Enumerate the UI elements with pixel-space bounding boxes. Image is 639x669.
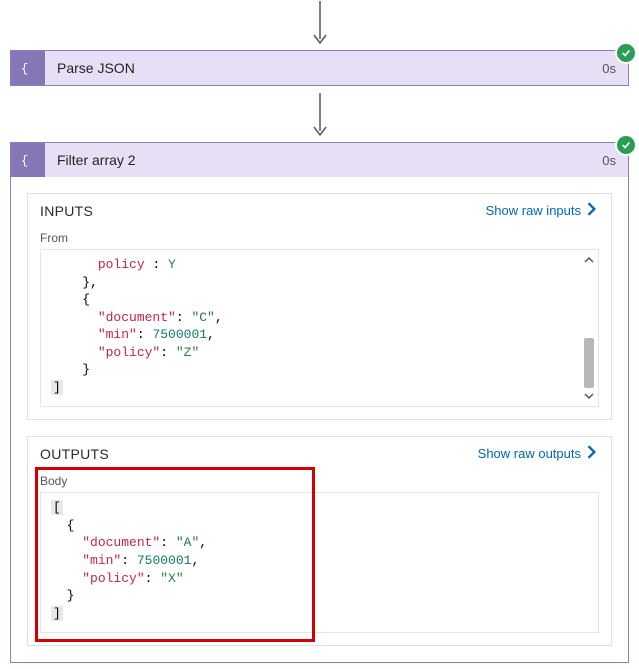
success-badge	[615, 134, 637, 156]
action-card-parse-json: { } Parse JSON 0s	[10, 50, 629, 86]
raw-link-label: Show raw inputs	[486, 203, 581, 218]
chevron-right-icon	[585, 202, 599, 219]
outputs-body-value[interactable]: [ { "document": "A", "min": 7500001, "po…	[40, 492, 599, 633]
outputs-section: OUTPUTS Show raw outputs Body [ { "docum…	[27, 436, 612, 646]
card-header[interactable]: { } Filter array 2 0s	[11, 143, 628, 177]
scrollbar[interactable]	[582, 254, 596, 402]
card-body: INPUTS Show raw inputs From policy : Y }…	[11, 177, 628, 662]
braces-icon: { }	[11, 143, 45, 177]
chevron-right-icon	[585, 445, 599, 462]
section-title: OUTPUTS	[40, 446, 478, 462]
card-header[interactable]: { } Parse JSON 0s	[11, 51, 628, 85]
section-title: INPUTS	[40, 203, 486, 219]
inputs-from-value[interactable]: policy : Y }, { "document": "C", "min": …	[40, 249, 599, 407]
action-card-filter-array-2: { } Filter array 2 0s INPUTS Show raw in…	[10, 142, 629, 663]
flow-arrow	[10, 0, 629, 50]
show-raw-outputs-link[interactable]: Show raw outputs	[478, 445, 599, 462]
card-title: Filter array 2	[45, 143, 590, 177]
inputs-section: INPUTS Show raw inputs From policy : Y }…	[27, 193, 612, 420]
body-label: Body	[28, 468, 611, 492]
scroll-down-icon[interactable]	[583, 390, 595, 402]
flow-arrow	[10, 92, 629, 142]
scroll-up-icon[interactable]	[583, 254, 595, 266]
scroll-thumb[interactable]	[584, 338, 594, 388]
from-label: From	[28, 225, 611, 249]
show-raw-inputs-link[interactable]: Show raw inputs	[486, 202, 599, 219]
svg-text:{ }: { }	[21, 154, 36, 168]
raw-link-label: Show raw outputs	[478, 446, 581, 461]
card-title: Parse JSON	[45, 51, 590, 85]
braces-icon: { }	[11, 51, 45, 85]
success-badge	[615, 42, 637, 64]
svg-text:{ }: { }	[21, 62, 36, 76]
